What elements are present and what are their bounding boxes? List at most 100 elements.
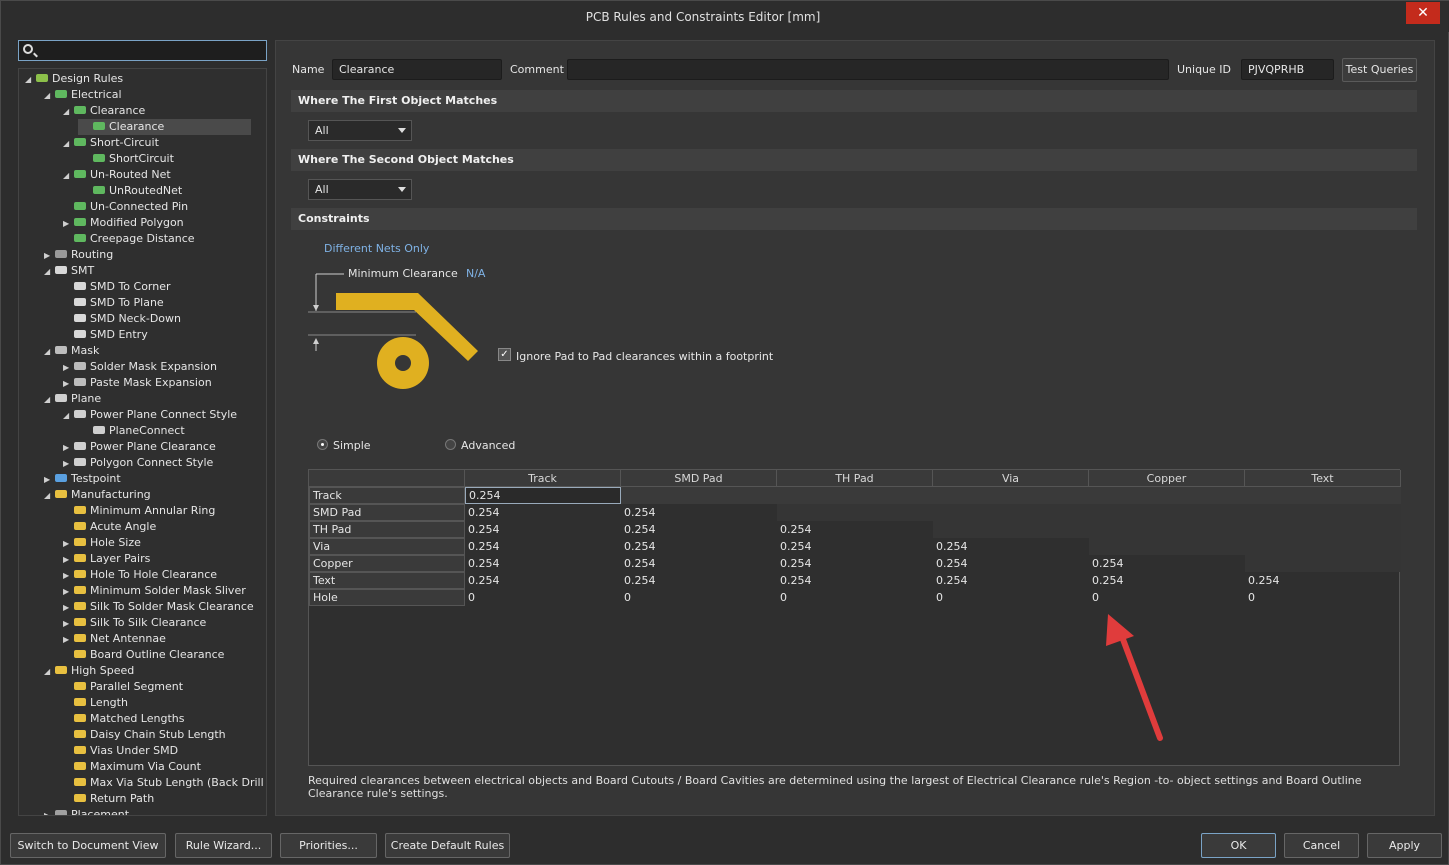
clearance-cell[interactable]: 0.254 [1089,555,1245,572]
clearance-matrix[interactable]: Track SMD Pad TH Pad Via Copper Text Track 0.25… [308,469,1401,766]
clearance-cell[interactable]: 0.254 [621,572,777,589]
expand-arrow-icon[interactable]: ▶ [63,632,73,648]
tree-item[interactable]: Matched Lengths [63,711,184,727]
second-match-dropdown[interactable]: All [308,179,412,200]
ok-button[interactable]: OK [1201,833,1276,858]
tree-item[interactable]: ▶ Paste Mask Expansion [63,375,212,391]
cancel-button[interactable]: Cancel [1284,833,1359,858]
tree-item[interactable]: ▶ Silk To Solder Mask Clearance [63,599,254,615]
expand-arrow-icon[interactable]: ◢ [44,264,54,280]
clearance-cell[interactable]: 0.254 [777,572,933,589]
tree-item[interactable]: ▶ Hole Size [63,535,141,551]
expand-arrow-icon[interactable]: ◢ [63,104,73,120]
clearance-cell[interactable]: 0.254 [465,521,621,538]
tree-item[interactable]: ▶ Hole To Hole Clearance [63,567,217,583]
tree-item[interactable]: ◢ Un-Routed Net [63,167,171,183]
expand-arrow-icon[interactable]: ▶ [63,616,73,632]
tree-item[interactable]: ▶ Placement [44,807,129,815]
tree-item[interactable]: ▶ Silk To Silk Clearance [63,615,206,631]
clearance-cell[interactable]: 0 [1089,589,1245,606]
clearance-cell[interactable]: 0.254 [933,572,1089,589]
tree-item[interactable]: ▶ Polygon Connect Style [63,455,213,471]
tree-item[interactable]: SMD Entry [63,327,148,343]
comment-field[interactable] [567,59,1169,80]
tree-item[interactable]: Board Outline Clearance [63,647,224,663]
tree-item[interactable]: Minimum Annular Ring [63,503,215,519]
tree-item[interactable]: Maximum Via Count [63,759,201,775]
clearance-cell[interactable]: 0.254 [465,538,621,555]
expand-arrow-icon[interactable]: ▶ [63,536,73,552]
expand-arrow-icon[interactable]: ◢ [44,664,54,680]
clearance-cell[interactable]: 0 [465,589,621,606]
clearance-cell[interactable]: 0.254 [465,504,621,521]
expand-arrow-icon[interactable]: ▶ [63,568,73,584]
expand-arrow-icon[interactable]: ◢ [44,344,54,360]
tree-item[interactable]: ◢ Design Rules [25,71,123,87]
tree-item[interactable]: SMD To Plane [63,295,164,311]
tree-item[interactable]: Creepage Distance [63,231,195,247]
clearance-cell[interactable]: 0.254 [465,487,621,504]
tree-item[interactable]: SMD Neck-Down [63,311,181,327]
clearance-cell[interactable]: 0.254 [1089,572,1245,589]
expand-arrow-icon[interactable]: ▶ [63,376,73,392]
rule-wizard-button[interactable]: Rule Wizard... [175,833,272,858]
tree-item[interactable]: UnRoutedNet [82,183,182,199]
test-queries-button[interactable]: Test Queries [1342,58,1417,82]
clearance-cell[interactable]: 0.254 [621,555,777,572]
advanced-radio[interactable] [445,439,456,450]
simple-radio[interactable] [317,439,328,450]
tree-item[interactable]: ▶ Net Antennae [63,631,166,647]
expand-arrow-icon[interactable]: ▶ [63,360,73,376]
expand-arrow-icon[interactable]: ◢ [63,136,73,152]
tree-item[interactable]: ◢ Short-Circuit [63,135,159,151]
expand-arrow-icon[interactable]: ▶ [63,600,73,616]
clearance-cell[interactable]: 0.254 [1245,572,1401,589]
expand-arrow-icon[interactable]: ◢ [63,408,73,424]
tree-item[interactable]: ◢ High Speed [44,663,134,679]
tree-item[interactable]: Length [63,695,128,711]
tree-item[interactable]: Max Via Stub Length (Back Drill [63,775,264,791]
net-scope-link[interactable]: Different Nets Only [324,242,429,255]
search-input[interactable] [18,40,267,61]
clearance-cell[interactable]: 0 [933,589,1089,606]
ignore-pad-checkbox[interactable]: ✓ [498,348,511,361]
tree-item[interactable]: SMD To Corner [63,279,171,295]
tree-item[interactable]: Un-Connected Pin [63,199,188,215]
tree-item[interactable]: ◢ Electrical [44,87,122,103]
expand-arrow-icon[interactable]: ◢ [63,168,73,184]
clearance-cell[interactable]: 0.254 [621,521,777,538]
clearance-cell[interactable]: 0.254 [933,538,1089,555]
tree-item[interactable]: Parallel Segment [63,679,183,695]
tree-item[interactable]: ◢ Plane [44,391,101,407]
clearance-cell[interactable]: 0.254 [621,504,777,521]
tree-item[interactable]: ◢ Power Plane Connect Style [63,407,237,423]
expand-arrow-icon[interactable]: ◢ [44,488,54,504]
tree-item[interactable]: ◢ Mask [44,343,99,359]
clearance-cell[interactable]: 0.254 [621,538,777,555]
clearance-cell[interactable]: 0.254 [465,555,621,572]
expand-arrow-icon[interactable]: ▶ [63,584,73,600]
tree-item[interactable]: Vias Under SMD [63,743,178,759]
priorities-button[interactable]: Priorities... [280,833,377,858]
expand-arrow-icon[interactable]: ▶ [63,456,73,472]
tree-item[interactable]: Acute Angle [63,519,156,535]
unique-id-field[interactable]: PJVQPRHB [1241,59,1334,80]
first-match-dropdown[interactable]: All [308,120,412,141]
tree-item[interactable]: ▶ Testpoint [44,471,121,487]
clearance-cell[interactable]: 0 [621,589,777,606]
tree-item[interactable]: ▶ Power Plane Clearance [63,439,216,455]
tree-item[interactable]: ShortCircuit [82,151,174,167]
expand-arrow-icon[interactable]: ▶ [63,216,73,232]
clearance-cell[interactable]: 0.254 [777,521,933,538]
tree-item[interactable]: ◢ Clearance [63,103,145,119]
clearance-cell[interactable]: 0 [777,589,933,606]
tree-item[interactable]: ▶ Modified Polygon [63,215,184,231]
expand-arrow-icon[interactable]: ▶ [44,808,54,815]
expand-arrow-icon[interactable]: ◢ [44,88,54,104]
expand-arrow-icon[interactable]: ◢ [44,392,54,408]
clearance-cell[interactable]: 0.254 [777,538,933,555]
clearance-cell[interactable]: 0 [1245,589,1401,606]
tree-item[interactable]: ▶ Solder Mask Expansion [63,359,217,375]
expand-arrow-icon[interactable]: ▶ [63,552,73,568]
tree-item[interactable]: ◢ Manufacturing [44,487,151,503]
